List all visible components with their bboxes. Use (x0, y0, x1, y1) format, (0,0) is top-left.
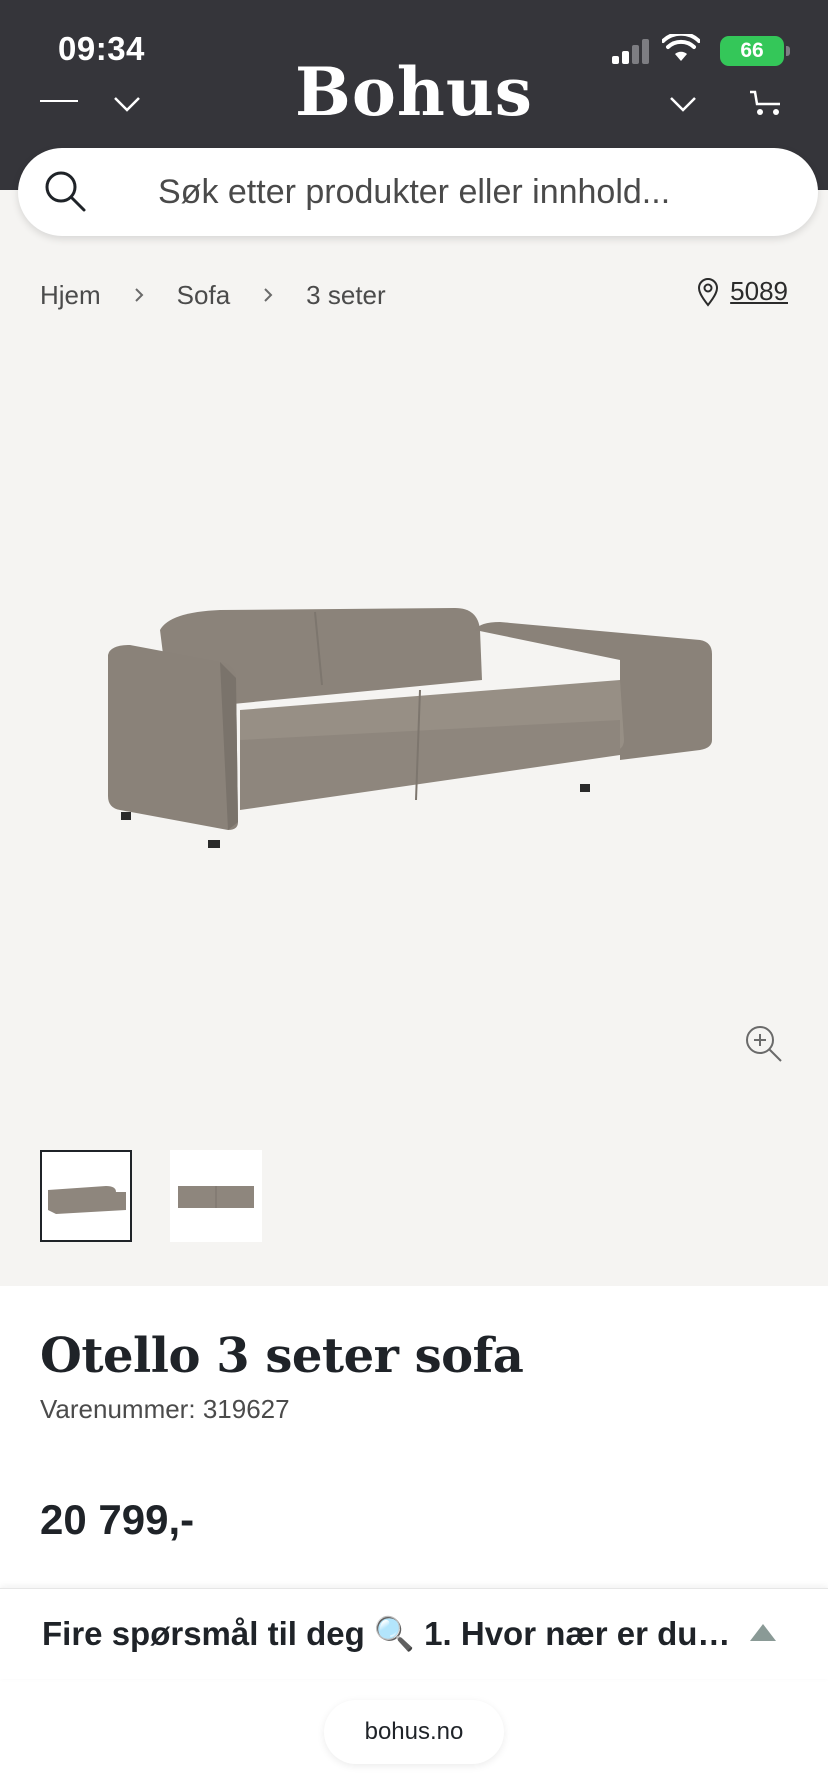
product-price: 20 799,- (40, 1496, 195, 1543)
sku-value: 319627 (202, 1394, 290, 1424)
product-sku: Varenummer: 319627 (40, 1394, 290, 1425)
survey-banner-text[interactable]: Fire spørsmål til deg 🔍 1. Hvor nær er d… (42, 1615, 732, 1654)
breadcrumb-sofa[interactable]: Sofa (177, 280, 231, 311)
store-code[interactable]: 5089 (730, 276, 788, 307)
thumbnail-1[interactable] (40, 1150, 132, 1242)
breadcrumb-home[interactable]: Hjem (40, 280, 101, 311)
search-bar[interactable] (18, 148, 818, 236)
cart-icon[interactable] (748, 86, 784, 118)
store-selector[interactable]: 5089 (696, 276, 788, 307)
search-input[interactable] (158, 170, 798, 214)
bohus-logo[interactable]: Bohus (0, 52, 828, 132)
zoom-in-icon[interactable] (744, 1024, 784, 1064)
thumbnail-2[interactable] (170, 1150, 262, 1242)
search-icon (45, 171, 86, 212)
chevron-right-icon (134, 288, 144, 302)
thumbnail-2-image (178, 1186, 254, 1208)
breadcrumb: Hjem Sofa 3 seter (40, 278, 386, 312)
browser-url-pill[interactable]: bohus.no (324, 1700, 504, 1764)
location-pin-icon (698, 277, 719, 307)
product-title: Otello 3 seter sofa (40, 1328, 524, 1384)
survey-banner[interactable]: Fire spørsmål til deg 🔍 1. Hvor nær er d… (0, 1588, 828, 1679)
thumbnail-1-image (48, 1186, 126, 1214)
chevron-right-icon (264, 288, 273, 302)
expand-up-icon[interactable] (748, 1621, 778, 1643)
product-image[interactable] (100, 590, 720, 860)
account-chevron-icon[interactable] (668, 88, 698, 118)
breadcrumb-3-seter[interactable]: 3 seter (306, 280, 386, 311)
sku-label: Varenummer: (40, 1394, 196, 1424)
